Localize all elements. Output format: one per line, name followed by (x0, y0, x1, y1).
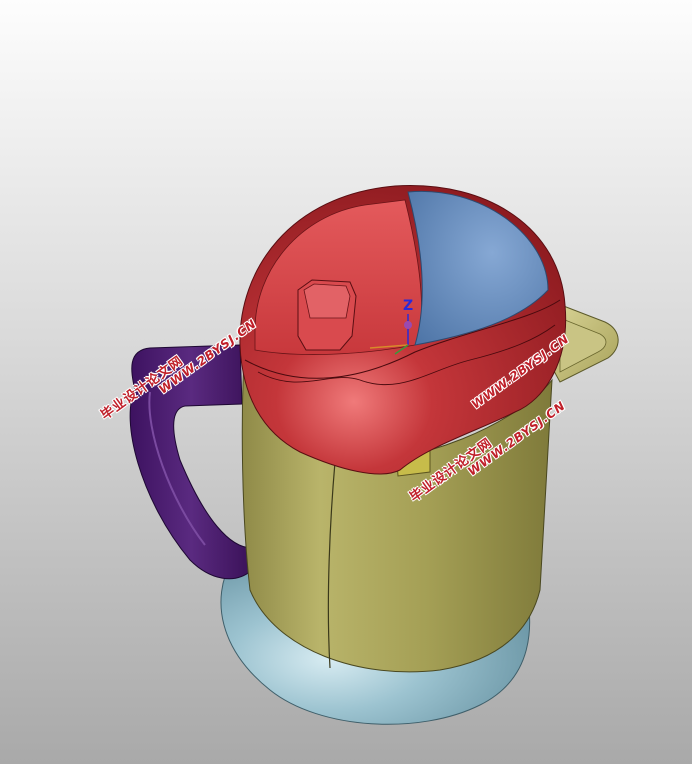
z-axis-label: Z (403, 298, 414, 314)
kettle-model[interactable] (0, 0, 692, 764)
axis-origin (404, 321, 412, 329)
lid-knob-top (303, 283, 351, 319)
cad-viewport[interactable]: Z 毕业设计论文网 WWW.2BYSJ.CN 毕业设计论文网 WWW.2BYSJ… (0, 0, 692, 764)
